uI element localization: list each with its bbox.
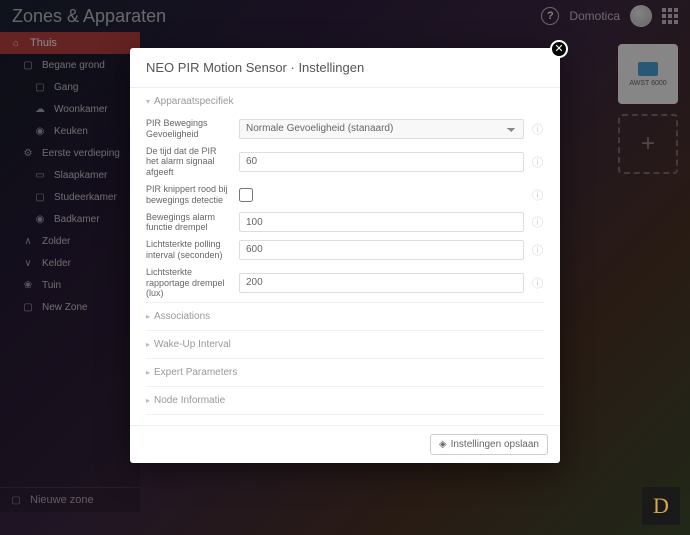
app-badge: D bbox=[642, 487, 680, 525]
alarm-time-input[interactable] bbox=[239, 152, 524, 172]
info-icon[interactable]: ⓘ bbox=[532, 214, 544, 230]
lux-threshold-input[interactable] bbox=[239, 273, 524, 293]
save-button[interactable]: ◈ Instellingen opslaan bbox=[430, 434, 548, 455]
info-icon[interactable]: ⓘ bbox=[532, 242, 544, 258]
section-toggle[interactable]: Apparaatspecifiek bbox=[146, 88, 544, 115]
field-label: Lichtsterkte polling interval (seconden) bbox=[146, 239, 231, 261]
save-icon: ◈ bbox=[439, 439, 447, 450]
settings-modal: ✕ NEO PIR Motion Sensor · Instellingen A… bbox=[130, 48, 560, 463]
info-icon[interactable]: ⓘ bbox=[532, 275, 544, 291]
field-label: PIR knippert rood bij bewegings detectie bbox=[146, 184, 231, 206]
blink-checkbox[interactable] bbox=[239, 188, 253, 202]
motion-threshold-input[interactable] bbox=[239, 212, 524, 232]
field-label: De tijd dat de PIR het alarm signaal afg… bbox=[146, 146, 231, 178]
field-label: Lichtsterkte rapportage drempel (lux) bbox=[146, 267, 231, 299]
modal-title: NEO PIR Motion Sensor · Instellingen bbox=[130, 48, 560, 88]
field-label: PIR Bewegings Gevoeligheid bbox=[146, 118, 231, 140]
close-icon[interactable]: ✕ bbox=[550, 40, 568, 58]
info-icon[interactable]: ⓘ bbox=[532, 154, 544, 170]
info-icon[interactable]: ⓘ bbox=[532, 121, 544, 137]
polling-interval-input[interactable] bbox=[239, 240, 524, 260]
section-toggle[interactable]: Node Informatie bbox=[146, 387, 544, 414]
section-toggle[interactable]: Expert Parameters bbox=[146, 359, 544, 386]
section-device-specific: Apparaatspecifiek PIR Bewegings Gevoelig… bbox=[146, 88, 544, 303]
section-toggle[interactable]: Associations bbox=[146, 303, 544, 330]
section-toggle[interactable]: Wake-Up Interval bbox=[146, 331, 544, 358]
info-icon[interactable]: ⓘ bbox=[532, 187, 544, 203]
sensitivity-select[interactable]: Normale Gevoeligheid (stanaard) bbox=[239, 119, 524, 139]
field-label: Bewegings alarm functie drempel bbox=[146, 212, 231, 234]
modal-overlay: ✕ NEO PIR Motion Sensor · Instellingen A… bbox=[0, 0, 690, 535]
